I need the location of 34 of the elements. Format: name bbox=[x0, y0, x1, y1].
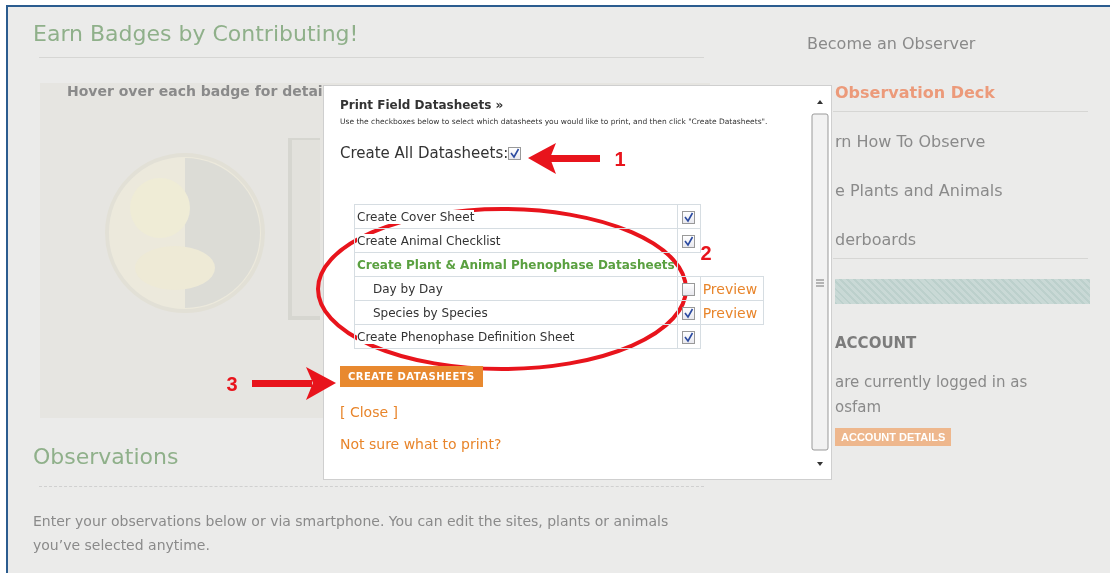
table-cell: Day by Day bbox=[354, 276, 678, 301]
checkbox[interactable] bbox=[508, 146, 522, 160]
description-text: Enter your observations below or via smartphone. You can edit the sites, plants or animals you’ve selected anytime. bbox=[33, 512, 670, 555]
sidebar-item[interactable]: Observation Deck bbox=[835, 82, 995, 104]
table-cell: Create Cover Sheet bbox=[354, 204, 678, 229]
section-title: Observations bbox=[33, 444, 179, 471]
checkbox[interactable] bbox=[682, 234, 696, 248]
hint-text: Hover over each badge for detai bbox=[67, 83, 323, 99]
sidebar-item[interactable]: Become an Observer bbox=[807, 33, 976, 55]
callout-number: 3 bbox=[226, 373, 238, 395]
account-details-button[interactable]: ACCOUNT DETAILS bbox=[835, 428, 952, 446]
sidebar-item[interactable]: derboards bbox=[835, 229, 917, 251]
account-title: ACCOUNT bbox=[835, 334, 918, 352]
sidebar-item[interactable]: rn How To Observe bbox=[835, 131, 986, 153]
callout-arrow bbox=[528, 143, 600, 174]
table-cell: Create Phenophase Definition Sheet bbox=[354, 324, 678, 349]
checkbox[interactable] bbox=[682, 306, 696, 320]
create-datasheets-button[interactable]: CREATE DATASHEETS bbox=[340, 366, 483, 387]
table-cell: Create Animal Checklist bbox=[354, 228, 678, 253]
close-link[interactable]: [ Close ] bbox=[340, 404, 398, 420]
checkbox-label: Create All Datasheets: bbox=[340, 144, 509, 162]
help-link[interactable]: Not sure what to print? bbox=[340, 436, 502, 452]
section-title: Earn Badges by Contributing! bbox=[33, 21, 359, 48]
table-cell: Species by Species bbox=[354, 300, 678, 325]
checkbox[interactable] bbox=[682, 330, 696, 344]
checkbox[interactable] bbox=[682, 210, 696, 224]
sidebar-item[interactable]: e Plants and Animals bbox=[835, 180, 1003, 202]
dialog-title: Print Field Datasheets » bbox=[340, 98, 505, 112]
login-text: are currently logged in as bbox=[835, 372, 1029, 393]
callout-number: 1 bbox=[614, 148, 626, 170]
callout-number: 2 bbox=[700, 242, 712, 264]
username-text: osfam bbox=[835, 397, 883, 418]
checkbox[interactable] bbox=[682, 282, 696, 296]
group-heading: Create Plant & Animal Phenophase Datasheets bbox=[354, 252, 678, 277]
